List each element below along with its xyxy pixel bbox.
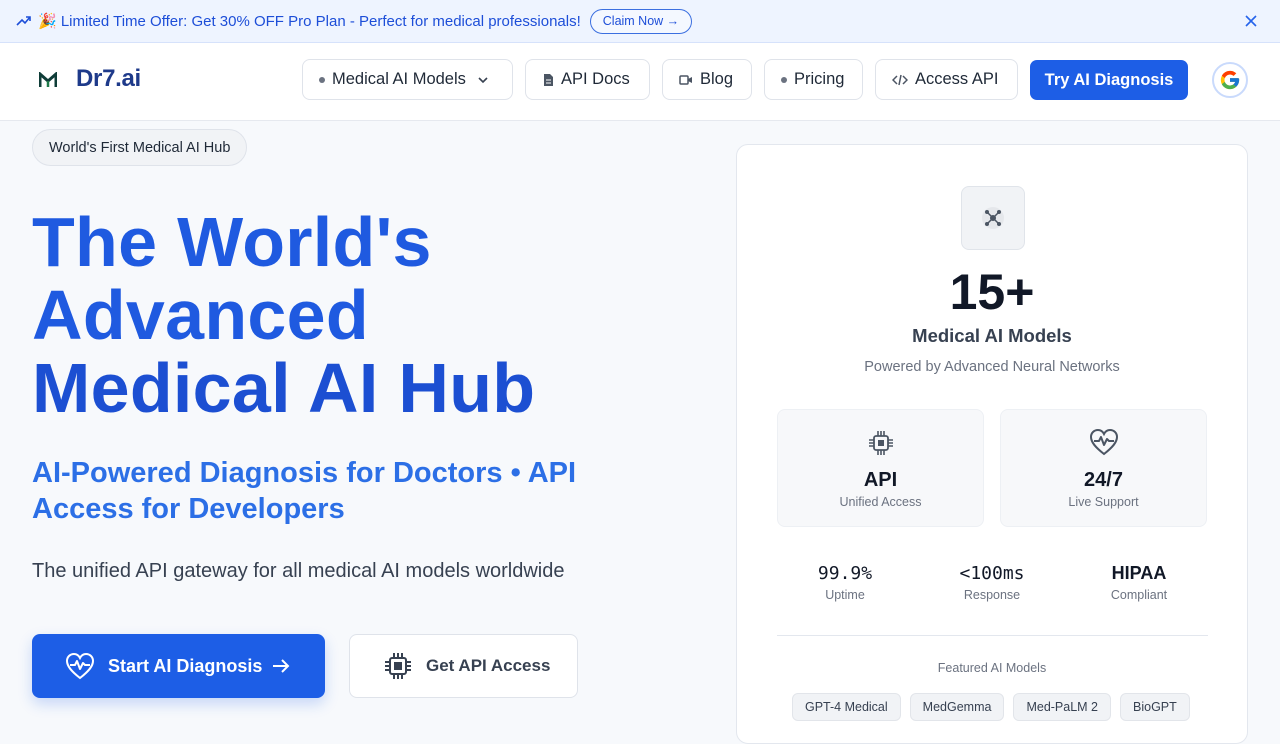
logo-icon[interactable] (39, 72, 57, 88)
live-support-tile: 24/7 Live Support (1000, 409, 1207, 527)
hero-description: The unified API gateway for all medical … (32, 560, 565, 582)
models-count: 15+ (949, 264, 1035, 320)
stat-label: Uptime (825, 588, 865, 602)
heart-pulse-icon (65, 652, 95, 680)
top-navigation: Dr7.ai Medical AI Models API Docs Blog P… (0, 43, 1280, 121)
stat-label: Compliant (1110, 588, 1168, 602)
models-count-label: Medical AI Models (912, 325, 1072, 346)
get-api-access-button[interactable]: Get API Access (349, 634, 578, 698)
google-sign-in-button[interactable] (1212, 62, 1248, 98)
stat-label: Response (963, 588, 1021, 602)
unified-access-tile: API Unified Access (777, 409, 984, 527)
stat-response: <100ms Response (922, 563, 1062, 602)
headline-line: The World's (32, 203, 432, 281)
video-icon (679, 74, 692, 85)
hero-badge: World's First Medical AI Hub (32, 129, 248, 166)
stat-value: 99.9% (817, 563, 873, 584)
chevron-down-icon (478, 76, 488, 83)
nav-label: Blog (700, 70, 734, 88)
nav-blog[interactable]: Blog (662, 59, 752, 100)
stats-card: 15+ Medical AI Models Powered by Advance… (736, 144, 1248, 744)
dot-icon (319, 76, 325, 83)
google-icon (1220, 70, 1240, 90)
featured-models-list: GPT-4 Medical MedGemma Med-PaLM 2 BioGPT (792, 693, 1190, 721)
headline-line: Advanced (32, 276, 369, 354)
nav-medical-ai-models[interactable]: Medical AI Models (302, 59, 513, 100)
chip-icon (385, 653, 411, 679)
dot-icon (781, 76, 787, 83)
model-tag[interactable]: GPT-4 Medical (792, 693, 901, 721)
code-icon (892, 74, 908, 85)
model-tag[interactable]: MedGemma (909, 693, 1005, 721)
tile-value: API (863, 469, 898, 491)
hero-headline: The World's Advanced Medical AI Hub (32, 206, 692, 425)
promo-banner: 🎉 Limited Time Offer: Get 30% OFF Pro Pl… (0, 0, 1280, 43)
nav-api-docs[interactable]: API Docs (525, 59, 650, 100)
chip-icon (869, 431, 893, 455)
tile-label: Live Support (1068, 495, 1139, 509)
network-icon-tile (961, 186, 1025, 250)
nav-label: Pricing (794, 70, 845, 88)
nav-label: Medical AI Models (332, 70, 466, 88)
hero-subheadline: AI-Powered Diagnosis for Doctors • API A… (32, 457, 577, 525)
divider (777, 635, 1208, 636)
document-icon (544, 73, 553, 86)
claim-now-button[interactable]: Claim Now → (589, 8, 693, 34)
nav-pricing[interactable]: Pricing (764, 59, 863, 100)
network-icon (982, 207, 1004, 229)
tile-value: 24/7 (1084, 469, 1123, 491)
button-label: Get API Access (426, 656, 551, 675)
trending-up-icon (16, 16, 31, 26)
close-icon[interactable] (1244, 14, 1258, 28)
start-ai-diagnosis-button[interactable]: Start AI Diagnosis (32, 634, 325, 698)
promo-message: 🎉 Limited Time Offer: Get 30% OFF Pro Pl… (38, 13, 581, 30)
button-label: Start AI Diagnosis (108, 655, 263, 676)
tile-label: Unified Access (839, 495, 922, 509)
heart-pulse-icon (1089, 428, 1119, 456)
model-tag[interactable]: BioGPT (1120, 693, 1190, 721)
powered-by-text: Powered by Advanced Neural Networks (864, 359, 1120, 375)
stat-value: HIPAA (1111, 563, 1167, 583)
try-ai-diagnosis-button[interactable]: Try AI Diagnosis (1030, 60, 1188, 100)
featured-models-title: Featured AI Models (937, 661, 1047, 675)
nav-label: Access API (915, 70, 999, 88)
headline-line: Medical AI Hub (32, 349, 536, 427)
stat-uptime: 99.9% Uptime (775, 563, 915, 602)
stat-hipaa: HIPAA Compliant (1069, 563, 1209, 602)
model-tag[interactable]: Med-PaLM 2 (1013, 693, 1112, 721)
brand-name[interactable]: Dr7.ai (76, 65, 141, 93)
nav-access-api[interactable]: Access API (875, 59, 1018, 100)
arrow-right-icon (273, 659, 290, 673)
stat-value: <100ms (959, 563, 1025, 584)
nav-label: API Docs (561, 70, 630, 88)
